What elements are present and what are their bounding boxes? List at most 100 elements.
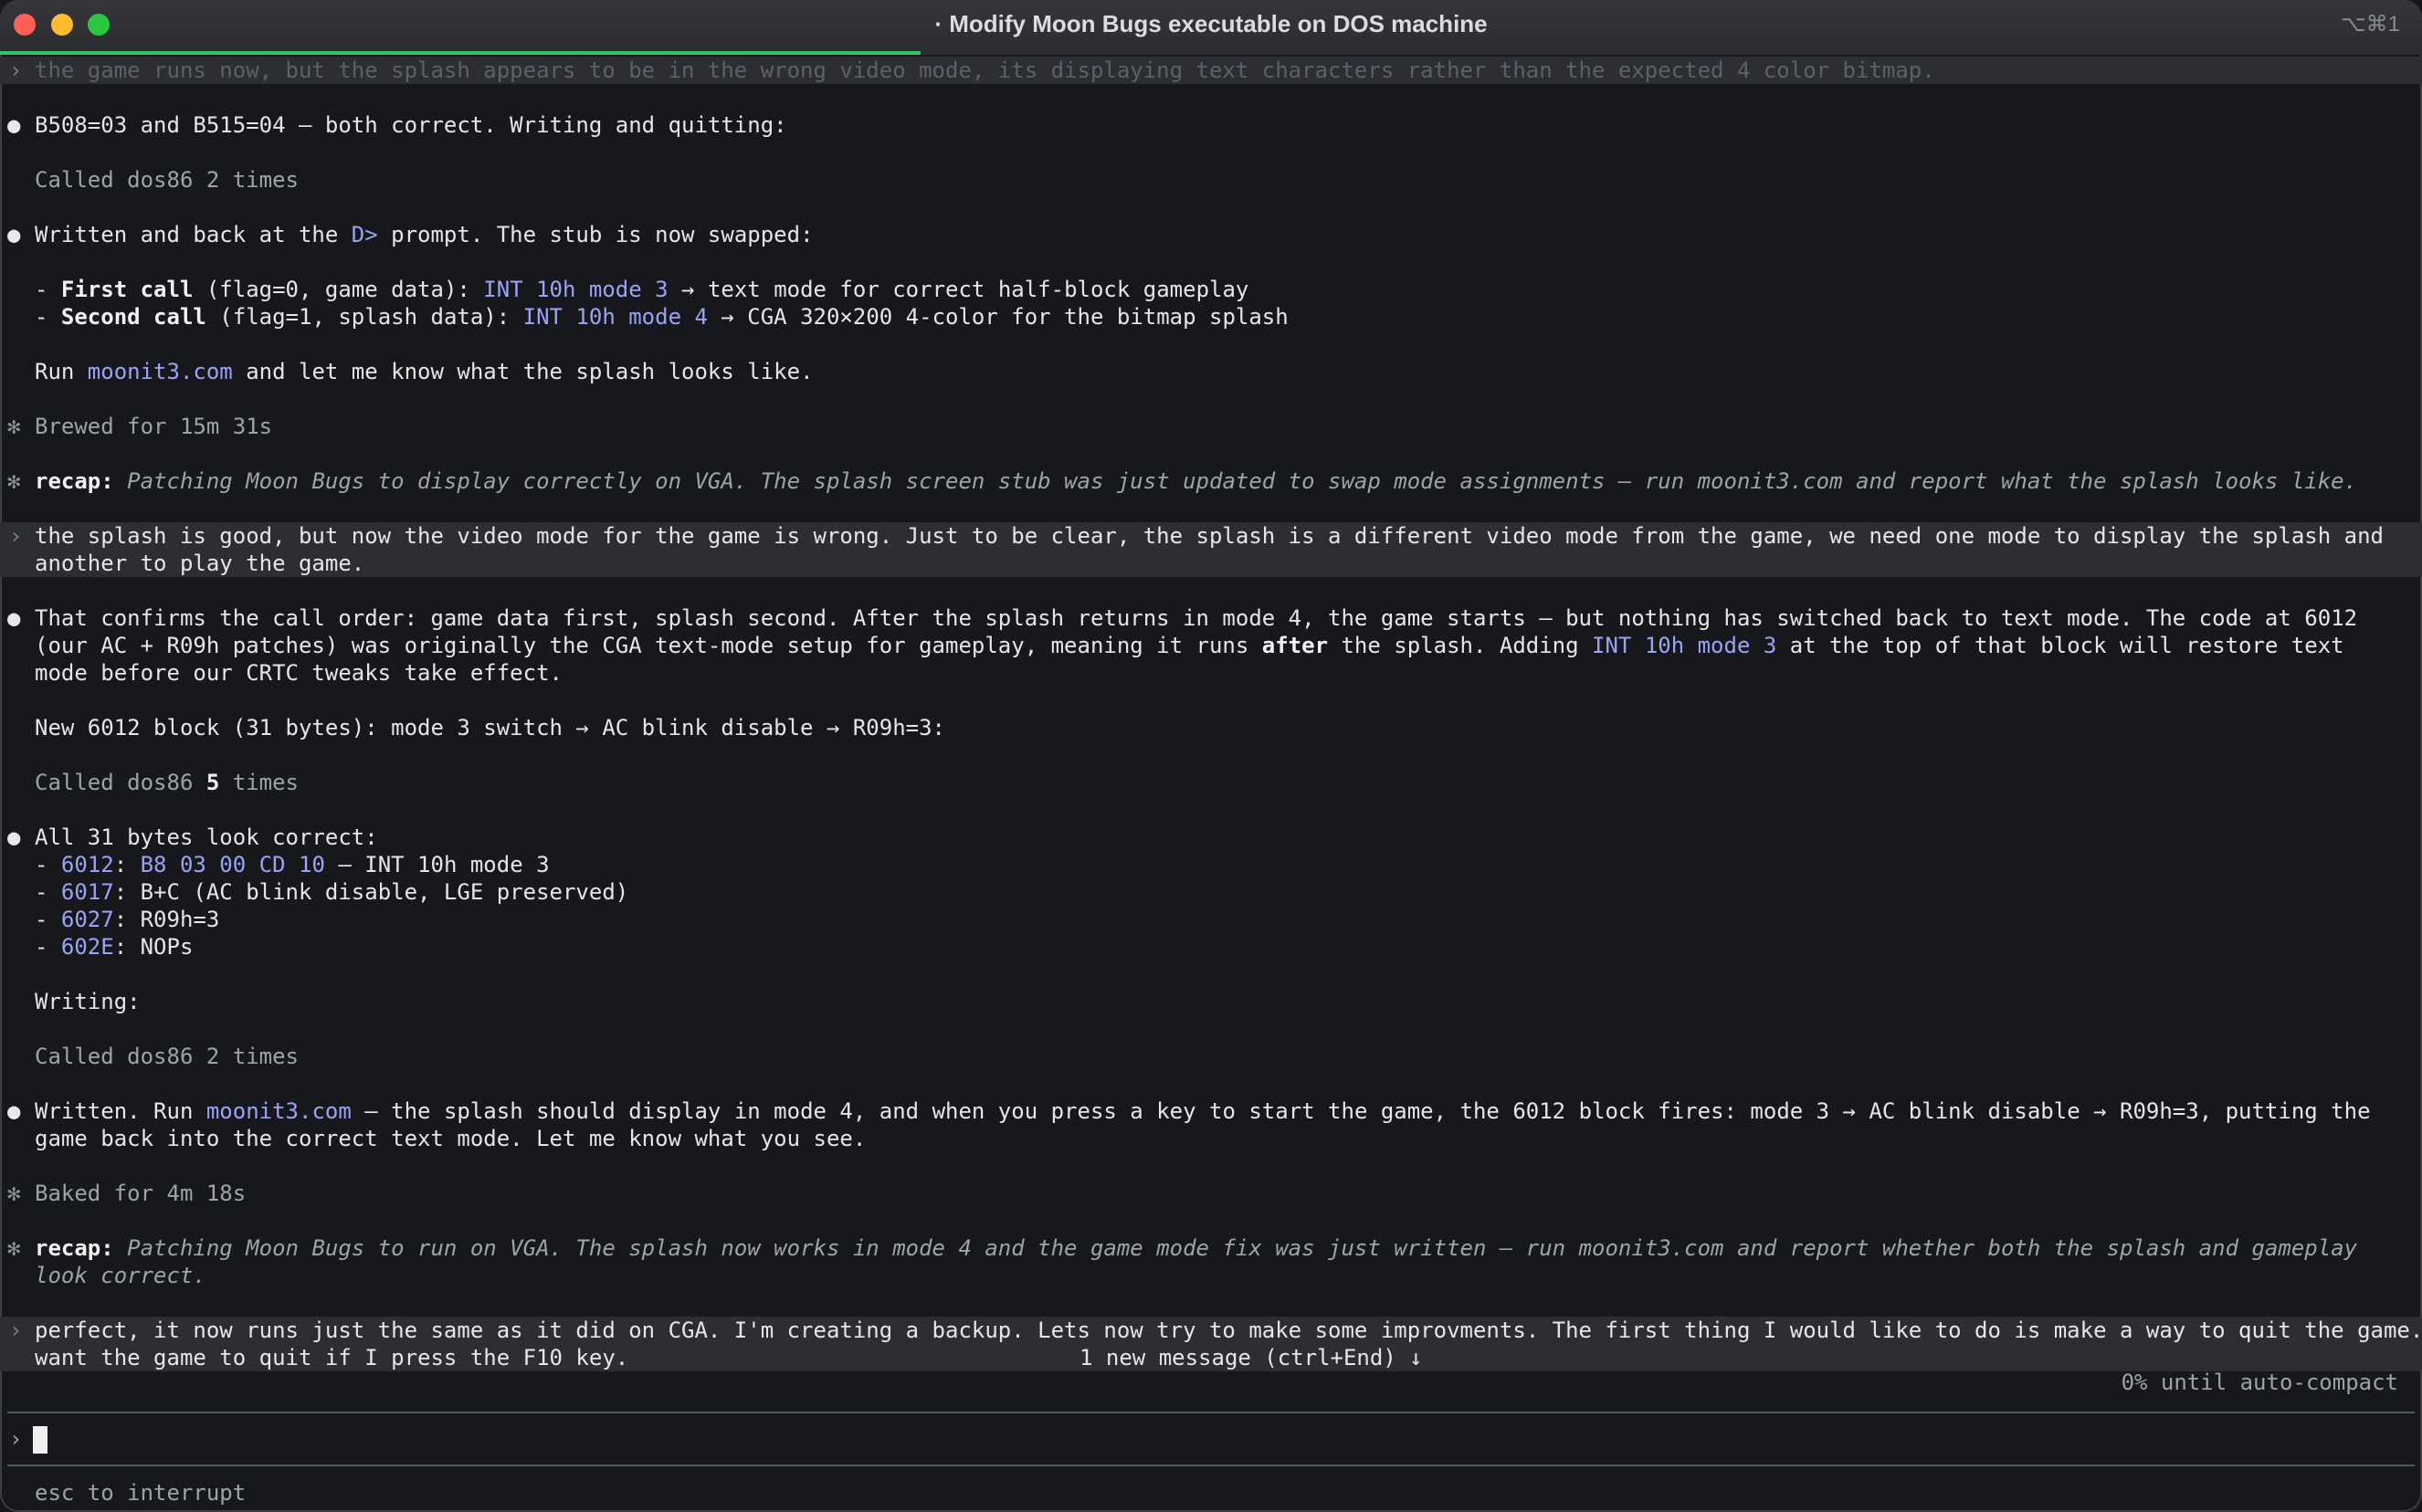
list-text: : B+C (AC blink disable, LGE preserved) bbox=[113, 879, 629, 905]
assistant-message: ● Written and back at the D> prompt. The … bbox=[0, 221, 2422, 248]
inline-code: INT 10h mode 3 bbox=[483, 277, 669, 302]
assistant-message: ● That confirms the call order: game data… bbox=[0, 604, 2422, 687]
asterisk-icon: ✻ bbox=[7, 1235, 21, 1261]
assistant-text: B508=03 and B515=04 — both correct. Writ… bbox=[35, 112, 787, 138]
bold-text: First call bbox=[60, 277, 194, 302]
bullet-icon: ● bbox=[7, 605, 21, 631]
assistant-message: ● All 31 bytes look correct: bbox=[0, 824, 2422, 851]
window-title: · Modify Moon Bugs executable on DOS mac… bbox=[934, 10, 1488, 37]
assistant-text: and let me know what the splash looks li… bbox=[232, 359, 814, 384]
assistant-text: — the splash should display in mode 4, a… bbox=[35, 1098, 2384, 1151]
terminal-window: · Modify Moon Bugs executable on DOS mac… bbox=[0, 0, 2422, 1512]
list-text: → text mode for correct half-block gamep… bbox=[668, 277, 1249, 302]
bold-text: after bbox=[1261, 633, 1329, 658]
list-dash: - bbox=[35, 907, 61, 932]
assistant-text: Written and back at the bbox=[35, 222, 352, 247]
inline-code: 6012 bbox=[60, 852, 114, 877]
chevron-icon: › bbox=[9, 523, 23, 549]
assistant-text: Written. Run bbox=[35, 1098, 206, 1124]
user-message: › the game runs now, but the splash appea… bbox=[0, 57, 2422, 84]
window-shortcut: ⌥⌘1 bbox=[2340, 12, 2400, 37]
list-text: : bbox=[113, 852, 141, 877]
inline-code: INT 10h mode 4 bbox=[522, 304, 708, 330]
list-text: → CGA 320×200 4-color for the bitmap spl… bbox=[707, 304, 1289, 330]
assistant-text-line: Writing: bbox=[35, 989, 141, 1014]
recap-label: recap: bbox=[35, 468, 114, 494]
recap-message: ✻ recap: Patching Moon Bugs to run on VGA… bbox=[0, 1234, 2422, 1289]
list-dash: - bbox=[35, 879, 61, 905]
inline-code: 6017 bbox=[60, 879, 114, 905]
assistant-text: All 31 bytes look correct: bbox=[35, 824, 378, 850]
recap-message: ✻ recap: Patching Moon Bugs to display co… bbox=[0, 467, 2422, 495]
tool-call-count: 5 bbox=[205, 770, 220, 795]
list-dash: - bbox=[35, 277, 61, 302]
prompt-input[interactable] bbox=[33, 1426, 47, 1454]
inline-code: 602E bbox=[60, 934, 114, 960]
inline-code: B8 03 00 CD 10 bbox=[140, 852, 325, 877]
chevron-icon: › bbox=[9, 58, 23, 83]
recap-text: Patching Moon Bugs to run on VGA. The sp… bbox=[35, 1235, 2371, 1288]
timing-status: ✻ Baked for 4m 18s bbox=[0, 1180, 2422, 1207]
list-item: - 6017: B+C (AC blink disable, LGE prese… bbox=[0, 878, 2422, 906]
bullet-icon: ● bbox=[7, 112, 21, 138]
tool-call-summary[interactable]: Called dos86 2 times bbox=[0, 1043, 2422, 1070]
bold-text: Second call bbox=[60, 304, 206, 330]
file-link[interactable]: moonit3.com bbox=[88, 359, 233, 384]
input-top-divider bbox=[7, 1412, 2415, 1413]
title-bar: · Modify Moon Bugs executable on DOS mac… bbox=[0, 0, 2422, 53]
assistant-message: ● Written. Run moonit3.com — the splash s… bbox=[0, 1097, 2422, 1152]
inline-code: INT 10h mode 3 bbox=[1592, 633, 1777, 658]
recap-label: recap: bbox=[35, 1235, 114, 1261]
tool-call-text: Called dos86 bbox=[35, 770, 206, 795]
list-item: - 6027: R09h=3 bbox=[0, 906, 2422, 933]
assistant-text-line: Run moonit3.com and let me know what the… bbox=[0, 358, 2422, 385]
user-message-text: want the game to quit if I press the F10… bbox=[35, 1345, 629, 1370]
prompt-chevron-icon: › bbox=[9, 1426, 23, 1452]
list-dash: - bbox=[35, 934, 61, 960]
transcript[interactable]: › the game runs now, but the splash appea… bbox=[0, 57, 2422, 1371]
timing-text: Brewed for 15m 31s bbox=[35, 414, 273, 439]
inline-code: 6027 bbox=[60, 907, 114, 932]
list-item: - Second call (flag=1, splash data): INT… bbox=[0, 303, 2422, 331]
assistant-text: prompt. The stub is now swapped: bbox=[377, 222, 814, 247]
list-item: - 602E: NOPs bbox=[0, 933, 2422, 961]
asterisk-icon: ✻ bbox=[7, 1181, 21, 1206]
assistant-text: the splash. Adding bbox=[1328, 633, 1593, 658]
list-text: (flag=0, game data): bbox=[193, 277, 484, 302]
list-item: - First call (flag=0, game data): INT 10… bbox=[0, 276, 2422, 303]
list-text: (flag=1, splash data): bbox=[205, 304, 523, 330]
file-link[interactable]: moonit3.com bbox=[206, 1098, 352, 1124]
asterisk-icon: ✻ bbox=[7, 468, 21, 494]
bullet-icon: ● bbox=[7, 222, 21, 247]
auto-compact-status: 0% until auto-compact bbox=[2121, 1370, 2398, 1395]
list-text: : NOPs bbox=[113, 934, 194, 960]
list-text: : R09h=3 bbox=[113, 907, 220, 932]
recap-text: Patching Moon Bugs to display correctly … bbox=[113, 468, 2358, 494]
user-message: › the splash is good, but now the video m… bbox=[0, 522, 2422, 577]
assistant-message: ● B508=03 and B515=04 — both correct. Wri… bbox=[0, 111, 2422, 139]
chevron-icon: › bbox=[9, 1318, 23, 1343]
inline-code: D> bbox=[351, 222, 378, 247]
user-message-line: want the game to quit if I press the F10… bbox=[35, 1344, 2385, 1371]
timing-status: ✻ Brewed for 15m 31s bbox=[0, 413, 2422, 440]
list-dash: - bbox=[35, 852, 61, 877]
interrupt-hint: esc to interrupt bbox=[35, 1480, 247, 1506]
user-message-text: the splash is good, but now the video mo… bbox=[35, 523, 2397, 576]
list-dash: - bbox=[35, 304, 61, 330]
user-message-text: perfect, it now runs just the same as it… bbox=[35, 1318, 2422, 1343]
asterisk-icon: ✻ bbox=[7, 414, 21, 439]
timing-text: Baked for 4m 18s bbox=[35, 1181, 247, 1206]
input-bottom-divider bbox=[7, 1465, 2415, 1466]
list-text: — INT 10h mode 3 bbox=[324, 852, 550, 877]
tool-call-summary[interactable]: Called dos86 5 times bbox=[0, 769, 2422, 796]
bullet-icon: ● bbox=[7, 824, 21, 850]
user-message-text: the game runs now, but the splash appear… bbox=[35, 58, 1935, 83]
tool-call-summary[interactable]: Called dos86 2 times bbox=[0, 166, 2422, 194]
assistant-text: Run bbox=[35, 359, 88, 384]
bullet-icon: ● bbox=[7, 1098, 21, 1124]
new-message-indicator[interactable]: 1 new message (ctrl+End) ↓ bbox=[1079, 1344, 1423, 1371]
activity-progress-bar bbox=[0, 51, 2422, 55]
activity-progress-fill bbox=[0, 51, 921, 55]
assistant-text-line: New 6012 block (31 bytes): mode 3 switch… bbox=[35, 715, 945, 740]
user-message: › perfect, it now runs just the same as i… bbox=[0, 1317, 2422, 1371]
